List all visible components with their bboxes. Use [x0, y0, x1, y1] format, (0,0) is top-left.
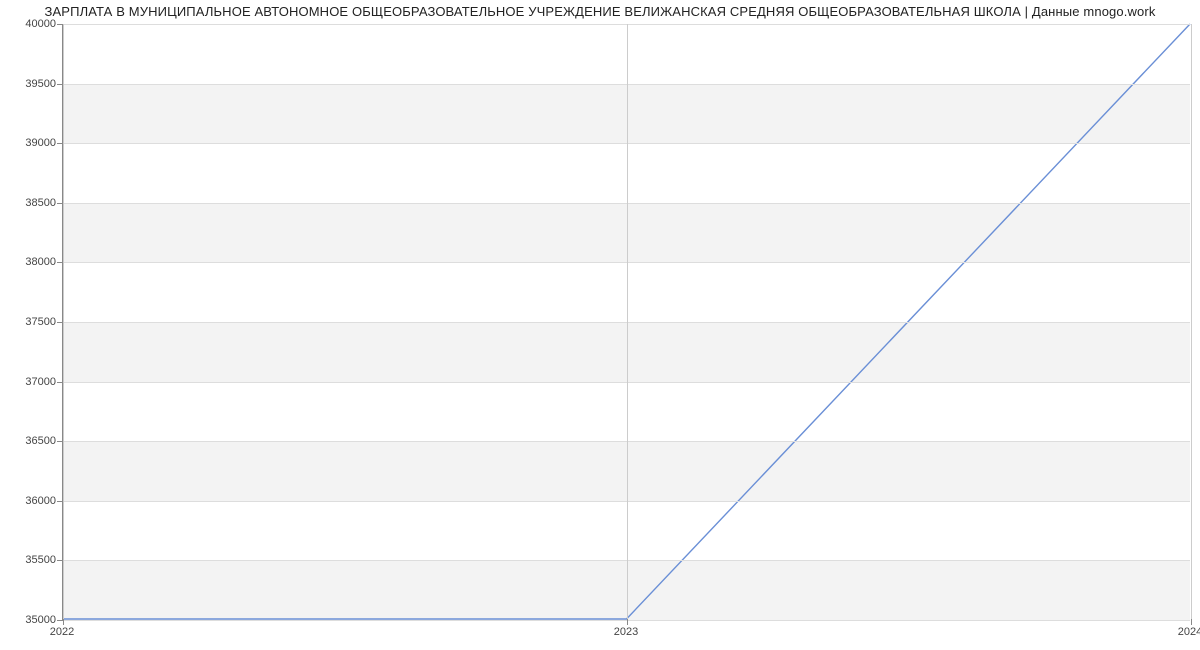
chart-y-tick-label: 39000 — [0, 137, 56, 149]
chart-x-tick — [63, 619, 64, 625]
chart-y-tick-label: 39500 — [0, 78, 56, 90]
chart-x-tick-label: 2024 — [1178, 626, 1200, 638]
chart-y-tick-label: 37500 — [0, 316, 56, 328]
chart-y-tick-label: 36000 — [0, 495, 56, 507]
chart-x-gridline — [1191, 24, 1192, 619]
chart-y-tick-label: 40000 — [0, 18, 56, 30]
chart-plot-area — [62, 24, 1190, 620]
chart-y-tick-label: 38000 — [0, 256, 56, 268]
chart-y-tick-label: 35000 — [0, 614, 56, 626]
chart-x-tick — [1191, 619, 1192, 625]
chart-x-gridline — [63, 24, 64, 619]
chart-x-tick — [627, 619, 628, 625]
chart-y-tick-label: 37000 — [0, 376, 56, 388]
chart-x-gridline — [627, 24, 628, 619]
chart-x-tick-label: 2022 — [50, 626, 74, 638]
chart-y-tick-label: 35500 — [0, 554, 56, 566]
chart-title: ЗАРПЛАТА В МУНИЦИПАЛЬНОЕ АВТОНОМНОЕ ОБЩЕ… — [0, 4, 1200, 19]
chart-y-tick-label: 38500 — [0, 197, 56, 209]
chart-x-tick-label: 2023 — [614, 626, 638, 638]
chart-y-tick-label: 36500 — [0, 435, 56, 447]
